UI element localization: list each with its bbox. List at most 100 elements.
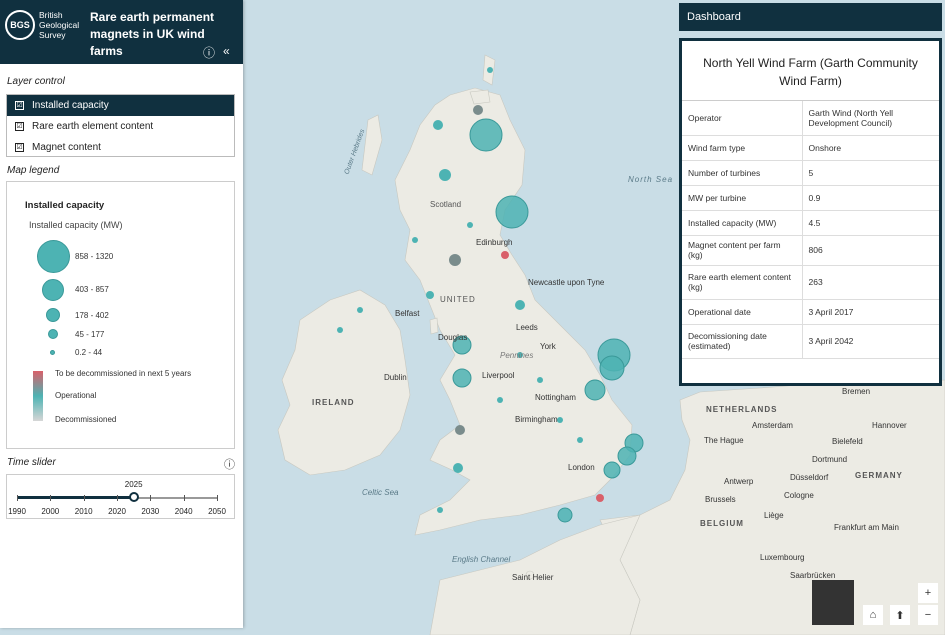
- wind-farm-marker[interactable]: [495, 195, 529, 229]
- checkbox-icon: ☑: [15, 101, 24, 110]
- legend-circle: [37, 240, 70, 273]
- wind-farm-marker[interactable]: [487, 67, 493, 73]
- compass-button[interactable]: ⬆: [890, 605, 910, 625]
- wind-farm-marker[interactable]: [617, 446, 637, 466]
- wind-farm-details-table: Operator Garth Wind (North Yell Developme…: [682, 101, 939, 359]
- table-row: Installed capacity (MW) 4.5: [682, 210, 939, 236]
- slider-tick-mark: [17, 495, 18, 501]
- detail-value: 806: [802, 235, 939, 266]
- slider-tick-mark: [50, 495, 52, 501]
- table-row: Operational date 3 April 2017: [682, 299, 939, 325]
- slider-tick-label: 2050: [208, 507, 226, 516]
- slider-tick-label: 2010: [74, 507, 93, 516]
- wind-farm-marker[interactable]: [469, 118, 503, 152]
- wind-farm-marker[interactable]: [537, 377, 543, 383]
- wind-farm-marker[interactable]: [337, 327, 343, 333]
- wind-farm-marker[interactable]: [412, 237, 418, 243]
- wind-farm-marker[interactable]: [452, 368, 472, 388]
- slider-tick-mark: [150, 495, 152, 501]
- slider-tick-mark: [117, 495, 118, 501]
- wind-farm-marker[interactable]: [501, 251, 509, 259]
- map-label-hannover: Hannover: [872, 421, 907, 430]
- layer-control: ☑ Installed capacity ☑ Rare earth elemen…: [6, 94, 235, 157]
- detail-value: 0.9: [802, 185, 939, 211]
- map-legend-label: Map legend: [7, 165, 60, 176]
- detail-key: MW per turbine: [682, 185, 803, 211]
- wind-farm-marker[interactable]: [467, 222, 473, 228]
- map-label-belfast: Belfast: [395, 309, 420, 318]
- slider-tick-mark: [217, 495, 218, 501]
- wind-farm-marker[interactable]: [577, 437, 583, 443]
- info-icon[interactable]: ⓘ: [224, 456, 235, 472]
- wind-farm-marker[interactable]: [439, 169, 451, 181]
- slider-tick-label: 2040: [174, 507, 193, 516]
- detail-key: Number of turbines: [682, 160, 803, 186]
- wind-farm-marker[interactable]: [473, 105, 483, 115]
- map-label-north-sea: North Sea: [628, 175, 673, 184]
- slider-tick-mark: [183, 495, 185, 501]
- layer-item-rare-earth-content[interactable]: ☑ Rare earth element content: [7, 116, 234, 137]
- map-label-liverpool: Liverpool: [482, 371, 515, 380]
- slider-thumb[interactable]: [128, 492, 139, 502]
- detail-value: 5: [802, 160, 939, 186]
- wind-farm-marker[interactable]: [449, 254, 461, 266]
- time-slider[interactable]: 2025 1990 2000 2010 2020 2030 2040 2050: [6, 474, 235, 519]
- map-label-bremen: Bremen: [842, 387, 870, 396]
- wind-farm-marker[interactable]: [497, 397, 503, 403]
- home-icon: ⌂: [869, 609, 877, 621]
- info-icon[interactable]: ⓘ: [203, 44, 215, 61]
- layer-item-installed-capacity[interactable]: ☑ Installed capacity: [7, 95, 234, 116]
- home-button[interactable]: ⌂: [863, 605, 883, 625]
- wind-farm-marker[interactable]: [426, 291, 434, 299]
- double-chevron-left-icon[interactable]: «: [223, 44, 230, 58]
- wind-farm-marker[interactable]: [357, 307, 363, 313]
- wind-farm-marker[interactable]: [596, 494, 604, 502]
- map-label-saarbrucken: Saarbrücken: [790, 571, 835, 580]
- map-label-nottingham: Nottingham: [535, 393, 576, 402]
- wind-farm-marker[interactable]: [603, 461, 621, 479]
- legend-circle: [50, 350, 55, 355]
- zoom-out-button[interactable]: −: [918, 605, 938, 625]
- slider-tick-label: 1990: [8, 507, 26, 516]
- status-label: Decommissioned: [55, 415, 117, 424]
- map-label-germany: GERMANY: [855, 471, 903, 480]
- isle-of-man: [429, 317, 439, 335]
- legend-subtitle: Installed capacity (MW): [29, 220, 123, 230]
- map-label-dortmund: Dortmund: [812, 455, 847, 464]
- legend-class-label: 0.2 - 44: [75, 348, 103, 357]
- detail-value: 263: [802, 265, 939, 300]
- wind-farm-marker[interactable]: [453, 463, 463, 473]
- status-gradient: [33, 371, 43, 421]
- zoom-in-button[interactable]: +: [918, 583, 938, 603]
- map-label-english-channel: English Channel: [452, 555, 510, 564]
- wind-farm-marker[interactable]: [515, 300, 525, 310]
- wind-farm-marker[interactable]: [433, 120, 443, 130]
- wind-farm-marker[interactable]: [557, 507, 573, 523]
- detail-value: 3 April 2042: [802, 324, 939, 359]
- wind-farm-marker[interactable]: [557, 417, 563, 423]
- wind-farm-marker[interactable]: [455, 425, 465, 435]
- legend-class-label: 858 - 1320: [75, 252, 114, 261]
- overview-map[interactable]: [812, 580, 854, 625]
- table-row: Operator Garth Wind (North Yell Developme…: [682, 101, 939, 136]
- layer-control-label: Layer control: [7, 76, 65, 87]
- map-label-the-hague: The Hague: [704, 436, 744, 445]
- logo-text: British Geological Survey: [39, 10, 80, 40]
- wind-farm-marker[interactable]: [437, 507, 443, 513]
- wind-farm-marker[interactable]: [599, 355, 625, 381]
- wind-farm-marker[interactable]: [584, 379, 606, 401]
- map-label-scotland: Scotland: [430, 200, 461, 209]
- status-label: To be decommissioned in next 5 years: [55, 369, 192, 378]
- detail-key: Installed capacity (MW): [682, 210, 803, 236]
- map-label-pennines: Pennines: [500, 351, 533, 360]
- slider-tick-label: 2000: [41, 507, 60, 516]
- bgs-logo: BGS: [5, 10, 35, 40]
- map-label-frankfurt: Frankfurt am Main: [834, 523, 899, 532]
- map-label-newcastle: Newcastle upon Tyne: [528, 278, 605, 287]
- dashboard-panel: North Yell Wind Farm (Garth Community Wi…: [679, 38, 942, 386]
- app-title: Rare earth permanent magnets in UK wind …: [90, 10, 215, 58]
- layer-item-magnet-content[interactable]: ☑ Magnet content: [7, 137, 234, 158]
- legend-circle: [42, 279, 64, 301]
- checkbox-icon: ☑: [15, 143, 24, 152]
- map-label-birmingham: Birmingham: [515, 415, 558, 424]
